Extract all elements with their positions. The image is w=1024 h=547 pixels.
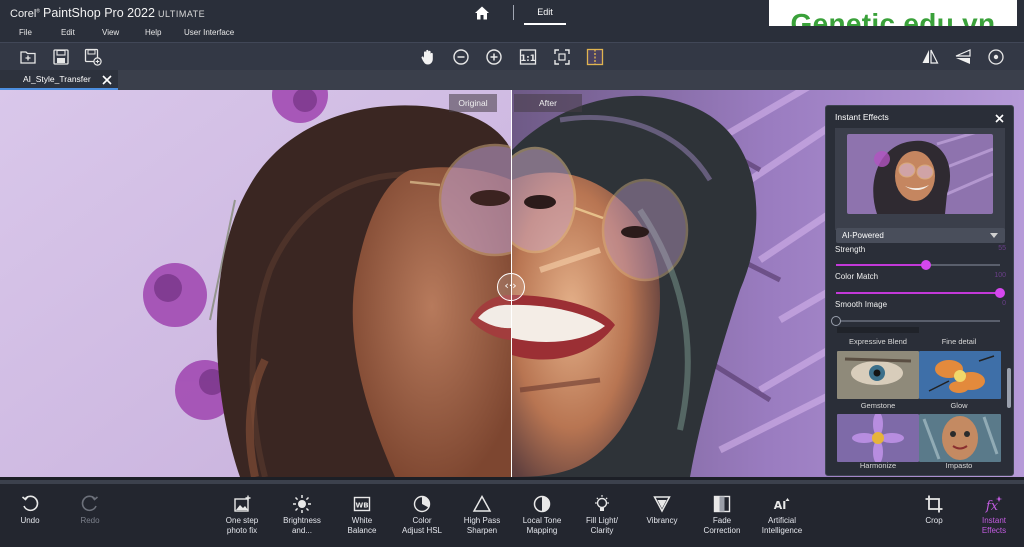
strength-slider-fill [836, 264, 927, 266]
svg-text:AI: AI [774, 499, 787, 512]
artificial-intelligence-button[interactable]: AI Artificial Intelligence [747, 484, 817, 547]
app-brand: Corel [10, 8, 37, 20]
tab-edit-mode[interactable]: Edit [524, 4, 566, 26]
strength-slider[interactable] [836, 260, 1000, 270]
close-icon[interactable] [101, 73, 113, 85]
app-window: Corel® PaintShop Pro 2022 ULTIMATE Edit … [0, 0, 1024, 547]
smooth-image-slider-thumb[interactable] [831, 316, 841, 326]
tool-dock: Undo Redo One step photo fix Brightness … [0, 480, 1024, 547]
smooth-image-slider[interactable] [831, 316, 1000, 326]
app-product: PaintShop Pro 2022 [43, 6, 155, 20]
app-edition: ULTIMATE [158, 9, 206, 19]
instant-effects-button[interactable]: fx Instant Effects [959, 484, 1024, 547]
svg-text:WB: WB [355, 502, 368, 510]
redo-icon [80, 494, 100, 514]
panel-scrollbar-thumb[interactable] [1007, 368, 1011, 408]
color-match-label: Color Match [835, 272, 879, 281]
effect-label-gemstone: Gemstone [860, 401, 896, 410]
preview-image [847, 134, 993, 214]
fill-light-icon [592, 494, 612, 514]
instant-effects-icon: fx [984, 494, 1004, 514]
svg-text:1:1: 1:1 [520, 54, 535, 64]
dock-label-instant-effects: Instant Effects [981, 516, 1007, 535]
actual-size-icon[interactable]: 1:1 [518, 47, 538, 67]
undo-icon [20, 494, 40, 514]
svg-text:fx: fx [985, 499, 999, 514]
effect-label-glow: Glow [950, 401, 968, 410]
compare-handle-glyph: ‹·› [504, 279, 517, 292]
crop-icon [924, 494, 944, 514]
new-file-icon[interactable] [18, 47, 38, 67]
redo-button[interactable]: Redo [55, 484, 125, 547]
style-category-dropdown[interactable]: AI-Powered [836, 228, 1005, 243]
fade-correction-icon [712, 494, 732, 514]
effect-label-fine-detail: Fine detail [941, 337, 977, 346]
toolbar: 1:1 [0, 42, 1024, 70]
effect-thumb-harmonize[interactable] [837, 414, 919, 462]
document-tab[interactable]: AI_Style_Transfer [0, 70, 118, 90]
menu-help[interactable]: Help [145, 28, 161, 37]
home-icon[interactable] [474, 5, 490, 21]
menu-user-interface[interactable]: User Interface [184, 28, 234, 37]
white-balance-icon: WB [352, 494, 372, 514]
close-icon[interactable] [994, 111, 1005, 123]
save-icon[interactable] [51, 47, 71, 67]
effect-thumb-gemstone[interactable] [837, 351, 919, 399]
effect-thumb-impasto[interactable] [919, 414, 1001, 462]
strength-label: Strength [835, 245, 866, 254]
color-match-slider[interactable] [836, 288, 1005, 298]
vibrancy-icon [652, 494, 672, 514]
smooth-image-value: 0 [1002, 300, 1006, 307]
high-pass-icon [472, 494, 492, 514]
effect-label-expressive-blend: Expressive Blend [849, 337, 907, 346]
compare-handle[interactable]: ‹·› [497, 273, 525, 301]
document-tab-label: AI_Style_Transfer [23, 74, 91, 84]
color-hsl-icon [412, 494, 432, 514]
original-label: Original [449, 94, 497, 112]
effect-preview [835, 128, 1005, 230]
document-tab-bar: AI_Style_Transfer [0, 70, 1024, 90]
menu-file[interactable]: File [19, 28, 32, 37]
menu-bar: File Edit View Help User Interface [0, 26, 1024, 42]
color-match-value: 100 [994, 272, 1006, 279]
after-label: After [514, 94, 582, 112]
smooth-image-label: Smooth Image [835, 300, 888, 309]
menu-edit[interactable]: Edit [61, 28, 75, 37]
zoom-out-icon[interactable] [451, 47, 471, 67]
panel-title: Instant Effects [835, 112, 889, 122]
dropdown-value: AI-Powered [842, 231, 884, 240]
ai-icon: AI [772, 494, 792, 514]
effect-label-impasto: Impasto [945, 461, 973, 470]
pan-hand-icon[interactable] [418, 47, 438, 67]
color-match-slider-thumb[interactable] [995, 288, 1005, 298]
mode-separator [513, 5, 514, 20]
save-as-icon[interactable] [83, 47, 103, 67]
effect-thumb-fine-detail[interactable] [919, 327, 1001, 333]
effect-thumb-glow[interactable] [919, 351, 1001, 399]
zoom-in-icon[interactable] [484, 47, 504, 67]
menu-view[interactable]: View [102, 28, 119, 37]
dock-label-redo: Redo [80, 516, 100, 525]
strength-slider-thumb[interactable] [921, 260, 932, 270]
chevron-down-icon [990, 233, 998, 238]
fit-to-window-icon[interactable] [552, 47, 572, 67]
strength-value: 55 [998, 245, 1006, 252]
dock-label-ai: Artificial Intelligence [761, 516, 803, 535]
flip-vertical-icon[interactable] [953, 47, 973, 67]
tone-mapping-icon [532, 494, 552, 514]
brightness-icon [292, 494, 312, 514]
instant-effects-panel: Instant Effects AI-Powered Strength 55 C… [825, 105, 1014, 476]
color-match-slider-fill [836, 292, 1000, 294]
effect-label-harmonize: Harmonize [859, 461, 897, 470]
compare-split-icon[interactable] [585, 47, 605, 67]
app-title: Corel® PaintShop Pro 2022 ULTIMATE [10, 6, 206, 20]
one-step-fix-icon [232, 494, 252, 514]
effect-thumb-expressive-blend[interactable] [837, 327, 919, 333]
flip-horizontal-icon[interactable] [920, 47, 940, 67]
more-options-icon[interactable] [986, 47, 1006, 67]
